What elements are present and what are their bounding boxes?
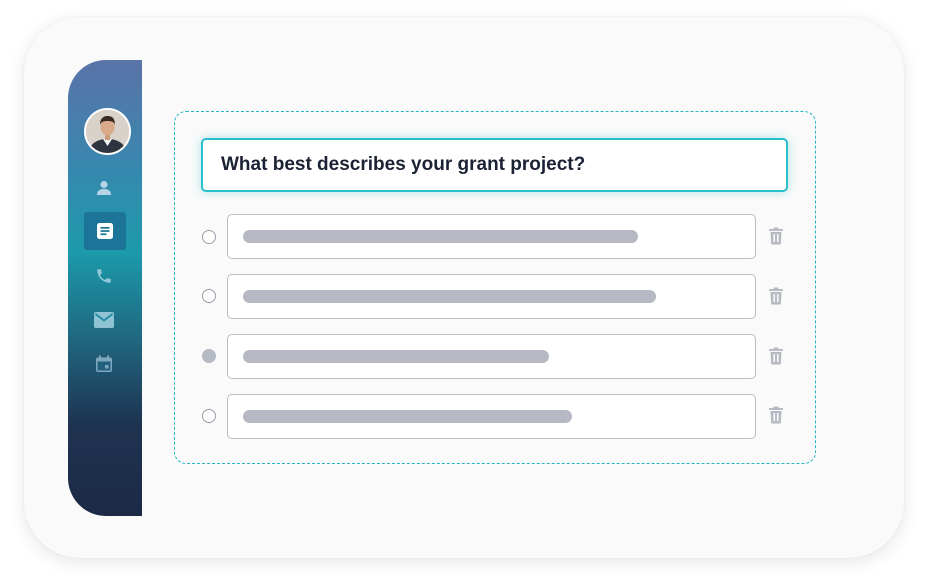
sidebar-item-mail[interactable] (92, 308, 116, 332)
delete-option-button[interactable] (767, 286, 785, 306)
phone-icon (97, 269, 111, 283)
trash-icon (769, 347, 783, 365)
avatar-image (86, 110, 129, 153)
delete-option-button[interactable] (767, 346, 785, 366)
option-radio[interactable] (202, 230, 216, 244)
option-radio[interactable] (202, 409, 216, 423)
option-placeholder-bar (243, 350, 549, 363)
question-input[interactable]: What best describes your grant project? (201, 138, 788, 192)
avatar[interactable] (84, 108, 131, 155)
option-radio-selected[interactable] (202, 349, 216, 363)
sidebar-item-calls[interactable] (92, 264, 116, 288)
option-placeholder-bar (243, 410, 572, 423)
option-input[interactable] (227, 214, 756, 259)
option-input[interactable] (227, 394, 756, 439)
mail-icon (94, 312, 114, 328)
option-input[interactable] (227, 274, 756, 319)
option-placeholder-bar (243, 290, 656, 303)
option-radio[interactable] (202, 289, 216, 303)
person-icon (97, 181, 111, 195)
delete-option-button[interactable] (767, 405, 785, 425)
trash-icon (769, 406, 783, 424)
document-icon (97, 223, 113, 239)
sidebar-item-documents[interactable] (84, 212, 126, 250)
option-input[interactable] (227, 334, 756, 379)
delete-option-button[interactable] (767, 226, 785, 246)
trash-icon (769, 227, 783, 245)
trash-icon (769, 287, 783, 305)
sidebar-item-calendar[interactable] (92, 352, 116, 376)
calendar-icon (96, 355, 112, 372)
sidebar-item-profile[interactable] (92, 176, 116, 200)
question-text: What best describes your grant project? (221, 154, 586, 175)
option-placeholder-bar (243, 230, 638, 243)
